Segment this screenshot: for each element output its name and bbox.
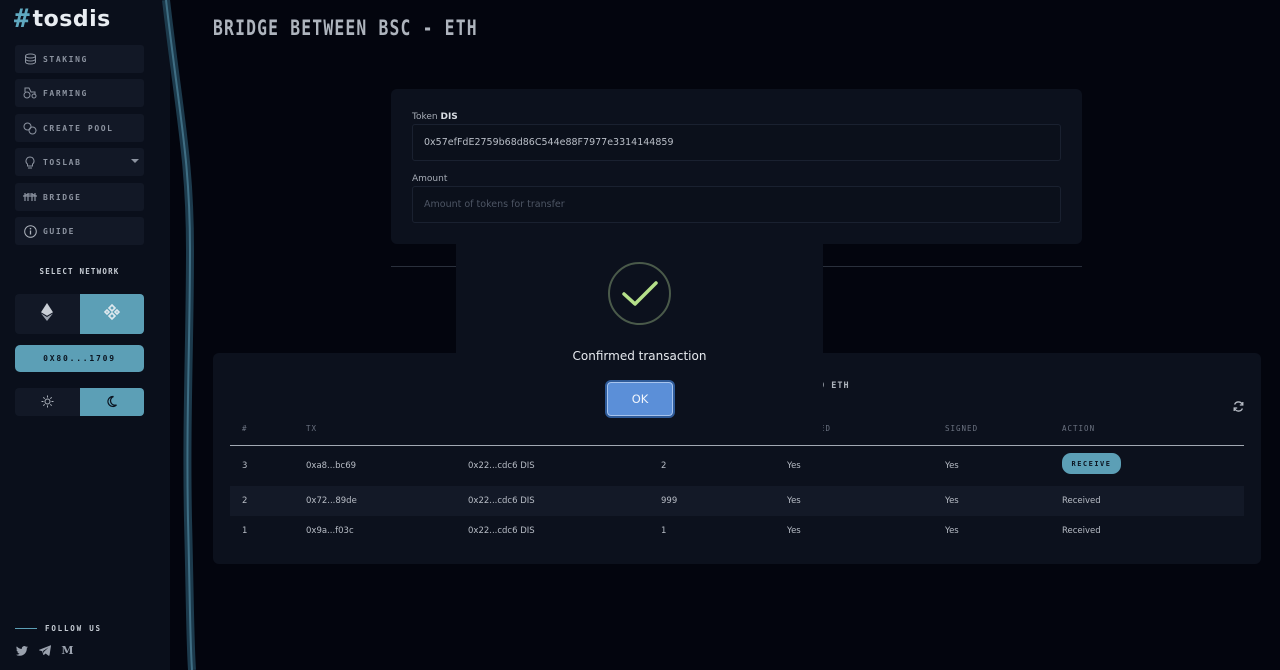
- sidebar-item-guide[interactable]: GUIDE: [15, 217, 144, 245]
- follow-divider: [15, 628, 37, 629]
- table-row: 3 0xa8...bc69 0x22...cdc6 DIS 2 Yes Yes …: [230, 451, 1244, 481]
- amount-field-wrapper: [412, 186, 1061, 223]
- network-ethereum-button[interactable]: [15, 294, 80, 334]
- coins-icon: [23, 52, 37, 66]
- cell-signed: Yes: [945, 496, 959, 506]
- cell-signed: Yes: [945, 461, 959, 471]
- table-row: 2 0x72...89de 0x22...cdc6 DIS 999 Yes Ye…: [230, 486, 1244, 516]
- logo-text: tosdis: [32, 6, 111, 32]
- cell-amount: 1: [661, 526, 667, 536]
- cell-confirmed: Yes: [787, 526, 801, 536]
- cell-action-status: Received: [1062, 526, 1101, 536]
- sidebar-edge-curve: [162, 0, 196, 670]
- twitter-icon[interactable]: [15, 644, 28, 657]
- brand-logo[interactable]: # tosdis: [14, 6, 111, 32]
- token-address-value: 0x57efFdE2759b68d86C544e88F7977e33141448…: [424, 137, 674, 148]
- ethereum-icon: [41, 303, 54, 325]
- table-subtitle: O ETH: [819, 381, 850, 391]
- token-address-field[interactable]: 0x57efFdE2759b68d86C544e88F7977e33141448…: [412, 124, 1061, 161]
- col-header-num: #: [242, 424, 248, 433]
- wallet-address-button[interactable]: 0X80...1709: [15, 345, 144, 372]
- token-label: Token DIS: [412, 112, 458, 122]
- refresh-icon[interactable]: [1232, 400, 1245, 413]
- bridge-form: Token DIS 0x57efFdE2759b68d86C544e88F797…: [391, 89, 1082, 244]
- col-header-action: ACTION: [1062, 424, 1096, 433]
- bridge-icon: [23, 190, 37, 204]
- telegram-icon[interactable]: [38, 644, 51, 657]
- cell-action-status: Received: [1062, 496, 1101, 506]
- cell-tx[interactable]: 0x72...89de: [306, 496, 357, 506]
- theme-light-button[interactable]: [15, 388, 80, 416]
- sidebar-item-label: GUIDE: [43, 226, 76, 236]
- binance-icon: [103, 303, 121, 325]
- network-bsc-button[interactable]: [79, 294, 144, 334]
- token-label-text: Token: [412, 112, 438, 122]
- medium-icon[interactable]: M: [61, 644, 74, 657]
- amount-label: Amount: [412, 174, 448, 184]
- sidebar-item-farming[interactable]: FARMING: [15, 79, 144, 107]
- receive-button[interactable]: RECEIVE: [1062, 453, 1121, 474]
- sidebar-item-label: STAKING: [43, 54, 88, 64]
- follow-us: FOLLOW US: [15, 624, 102, 633]
- cell-num: 1: [242, 526, 248, 536]
- cell-token: 0x22...cdc6 DIS: [468, 461, 535, 471]
- cell-token: 0x22...cdc6 DIS: [468, 496, 535, 506]
- sidebar: # tosdis STAKING FARMING CREATE POOL TOS…: [0, 0, 170, 670]
- sidebar-item-toslab[interactable]: TOSLAB: [15, 148, 144, 176]
- sidebar-item-bridge[interactable]: BRIDGE: [15, 183, 144, 211]
- sidebar-item-label: CREATE POOL: [43, 123, 114, 133]
- cell-amount: 2: [661, 461, 667, 471]
- cell-tx[interactable]: 0x9a...f03c: [306, 526, 354, 536]
- cell-token: 0x22...cdc6 DIS: [468, 526, 535, 536]
- confirmation-dialog: Confirmed transaction OK: [456, 237, 823, 432]
- col-header-tx: TX: [306, 424, 318, 433]
- amount-input[interactable]: [424, 199, 1060, 210]
- sidebar-item-label: FARMING: [43, 88, 88, 98]
- pool-icon: [23, 121, 37, 135]
- lightbulb-icon: [23, 155, 37, 169]
- cell-confirmed: Yes: [787, 461, 801, 471]
- sidebar-item-create-pool[interactable]: CREATE POOL: [15, 114, 144, 142]
- info-icon: [23, 224, 37, 238]
- cell-amount: 999: [661, 496, 678, 506]
- theme-dark-button[interactable]: [79, 388, 144, 416]
- cell-signed: Yes: [945, 526, 959, 536]
- sidebar-item-label: BRIDGE: [43, 192, 82, 202]
- ok-button[interactable]: OK: [607, 382, 673, 416]
- col-header-signed: SIGNED: [945, 424, 979, 433]
- sidebar-item-staking[interactable]: STAKING: [15, 45, 144, 73]
- select-network-label: SELECT NETWORK: [39, 267, 120, 276]
- cell-tx[interactable]: 0xa8...bc69: [306, 461, 356, 471]
- cell-num: 3: [242, 461, 248, 471]
- follow-us-label: FOLLOW US: [45, 624, 102, 633]
- page-title: BRIDGE BETWEEN BSC - ETH: [213, 16, 478, 40]
- table-row: 1 0x9a...f03c 0x22...cdc6 DIS 1 Yes Yes …: [230, 516, 1244, 546]
- checkmark-icon: [608, 262, 671, 325]
- chevron-down-icon: [131, 159, 139, 163]
- logo-hash: #: [14, 4, 30, 34]
- tractor-icon: [23, 86, 37, 100]
- sun-icon: [41, 393, 54, 412]
- cell-confirmed: Yes: [787, 496, 801, 506]
- social-links: M: [15, 644, 74, 657]
- moon-icon: [105, 393, 118, 412]
- network-switch: [15, 294, 144, 334]
- dialog-message: Confirmed transaction: [572, 349, 707, 363]
- theme-switch: [15, 388, 144, 416]
- cell-num: 2: [242, 496, 248, 506]
- sidebar-item-label: TOSLAB: [43, 157, 82, 167]
- token-symbol: DIS: [440, 112, 458, 122]
